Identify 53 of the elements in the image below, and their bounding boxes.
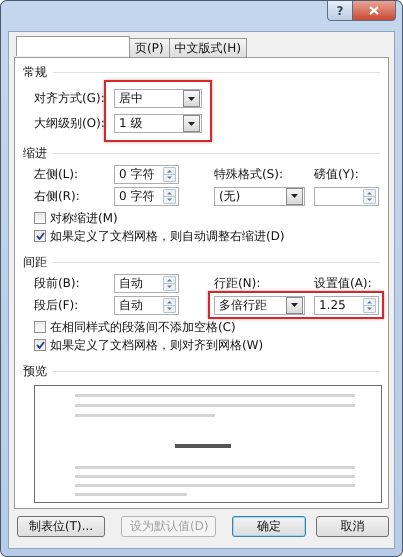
section-heading: 预览 [23,362,47,380]
tab[interactable] [16,36,130,56]
checkbox-label: 如果定义了文档网格，则自动调整右缩进(D) [50,228,285,244]
field-label: 大纲级别(O): [34,115,106,132]
checkbox[interactable] [34,212,46,224]
spin-arrows-icon [363,188,376,204]
help-button[interactable]: ? [327,1,353,21]
spin-arrows-icon [163,188,176,204]
field-label: 特殊格式(S): [214,166,284,182]
field-label: 段后(F): [34,296,80,314]
field-label: 对齐方式(G): [34,90,106,107]
spin-field[interactable]: 0 字符 [114,186,179,206]
spin-arrows-icon [163,298,176,312]
spin-field[interactable]: 0 字符 [114,164,179,184]
dropdown-arrow-icon [291,194,298,198]
field-label: 段前(B): [34,274,81,292]
dropdown-arrow-icon [188,96,195,100]
dialog-button[interactable]: 取消 [316,516,389,536]
close-button[interactable] [353,1,396,21]
dropdown-arrow-icon [291,303,298,307]
spin-arrows-icon [163,276,176,290]
check-icon [36,232,44,240]
checkbox-label: 对称缩进(M) [50,210,118,226]
checkbox[interactable] [34,339,46,351]
close-icon [369,6,379,15]
spin-arrows-icon [163,166,176,182]
check-icon [36,341,44,349]
spin-arrows-icon [363,298,376,312]
dropdown[interactable]: 多倍行距 [214,296,305,314]
section-heading: 缩进 [23,144,47,162]
checkbox-label: 在相同样式的段落间不添加空格(C) [50,318,236,336]
spin-field[interactable]: 自动 [114,296,179,314]
dropdown[interactable]: 1 级 [114,114,202,133]
spin-field[interactable]: 1.25 [314,296,379,314]
dialog-button[interactable]: 制表位(T)... [17,516,105,536]
field-label: 左侧(L): [34,166,80,182]
section-heading: 间距 [23,254,47,270]
checkbox-label: 如果定义了文档网格，则对齐到网格(W) [50,336,264,354]
tab[interactable]: 页(P) [129,38,170,57]
checkbox[interactable] [34,321,46,333]
checkbox[interactable] [34,230,46,242]
dropdown[interactable]: 居中 [114,89,202,108]
section-heading: 常规 [23,64,47,80]
spin-field[interactable] [314,186,379,206]
tab[interactable]: 中文版式(H) [168,38,247,57]
spin-field[interactable]: 自动 [114,274,179,292]
dialog-button[interactable]: 确定 [232,516,306,536]
dropdown-arrow-icon [188,122,195,126]
field-label: 右侧(R): [34,188,81,204]
field-label: 行距(N): [214,274,262,292]
dropdown[interactable]: (无) [214,186,305,206]
field-label: 设置值(A): [314,274,373,292]
field-label: 磅值(Y): [314,166,360,182]
